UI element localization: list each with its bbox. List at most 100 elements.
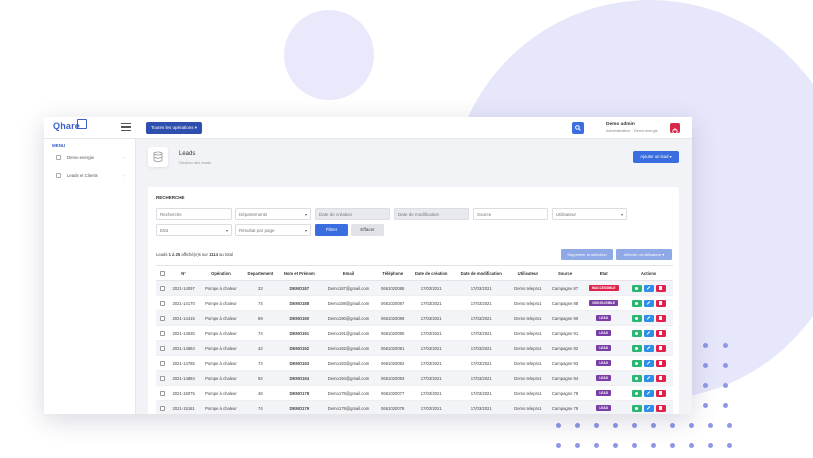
cell-modified: 17/03/2021	[453, 280, 509, 296]
delete-button[interactable]	[655, 299, 666, 307]
col-header-state[interactable]: Etat	[583, 265, 625, 281]
trash-icon	[659, 376, 663, 380]
edit-button[interactable]	[643, 299, 654, 307]
select-all-checkbox[interactable]	[159, 270, 165, 276]
results-per-page-select[interactable]: Résultat par page ▾	[235, 224, 311, 236]
table-row: 2021-14884 Pompe à chaleur 92 DEMO194 Demo19…	[156, 370, 673, 386]
delete-button[interactable]	[655, 359, 666, 367]
delete-button[interactable]	[655, 404, 666, 412]
delete-button[interactable]	[655, 389, 666, 397]
edit-button[interactable]	[643, 314, 654, 322]
col-header-modified[interactable]: Date de modification	[453, 265, 509, 281]
view-button[interactable]	[631, 389, 642, 397]
table-row: 2021-14785 Pompe à chaleur 73 DEMO193 Demo19…	[156, 355, 673, 371]
delete-selection-button[interactable]: Supprimer la sélection	[561, 249, 613, 260]
sidebar-item-leads-clients[interactable]: Leads et Clients ›	[56, 173, 124, 181]
col-header-user[interactable]: Utilisateur	[508, 265, 547, 281]
edit-button[interactable]	[643, 329, 654, 337]
etat-select[interactable]: Etat ▾	[156, 224, 232, 236]
col-header-email[interactable]: Email	[320, 265, 377, 281]
row-checkbox[interactable]	[159, 285, 165, 291]
cell-departement: 74	[242, 295, 279, 311]
edit-button[interactable]	[643, 284, 654, 292]
hamburger-menu-icon[interactable]	[121, 123, 131, 131]
cell-modified: 17/03/2021	[453, 355, 509, 371]
sidebar-item-demo-energie[interactable]: Demo energie ›	[56, 155, 124, 163]
delete-button[interactable]	[655, 284, 666, 292]
utilisateur-select[interactable]: Utilisateur ▾	[552, 208, 627, 220]
date-modification-input[interactable]: Date de modification	[394, 208, 469, 220]
cell-operation: Pompe à chaleur	[199, 310, 243, 326]
chevron-down-icon: ▾	[194, 125, 198, 130]
cell-email: Demo178@gmail.com	[320, 385, 377, 401]
row-checkbox[interactable]	[159, 330, 165, 336]
cell-user: Demo telepro1	[508, 310, 547, 326]
delete-button[interactable]	[655, 314, 666, 322]
delete-button[interactable]	[655, 344, 666, 352]
search-button[interactable]	[572, 122, 584, 134]
clear-button[interactable]: Effacer	[351, 224, 384, 236]
view-button[interactable]	[631, 404, 642, 412]
view-button[interactable]	[631, 284, 642, 292]
departements-select[interactable]: Départements ▾	[235, 208, 311, 220]
user-role: Administrateur · Demo energie	[606, 129, 658, 133]
cell-departement: 73	[242, 355, 279, 371]
add-lead-button[interactable]: Ajouter un lead ▾	[633, 151, 679, 163]
select-all-header[interactable]	[156, 265, 168, 281]
row-checkbox[interactable]	[159, 375, 165, 381]
source-input[interactable]: Source	[473, 208, 548, 220]
row-checkbox[interactable]	[159, 315, 165, 321]
row-checkbox[interactable]	[159, 345, 165, 351]
edit-button[interactable]	[643, 389, 654, 397]
col-header-operation[interactable]: Opération	[199, 265, 243, 281]
date-creation-input[interactable]: Date de création	[315, 208, 390, 220]
col-header-num[interactable]: N°	[168, 265, 200, 281]
pencil-icon	[646, 376, 651, 380]
edit-button[interactable]	[643, 359, 654, 367]
chevron-right-icon: ›	[123, 155, 125, 160]
row-checkbox[interactable]	[159, 360, 165, 366]
cell-user: Demo telepro1	[508, 385, 547, 401]
cell-user: Demo telepro1	[508, 370, 547, 386]
logout-button[interactable]	[670, 123, 680, 135]
row-select-cell	[156, 370, 168, 386]
row-checkbox[interactable]	[159, 300, 165, 306]
row-checkbox[interactable]	[159, 405, 165, 411]
edit-button[interactable]	[643, 404, 654, 412]
col-header-name[interactable]: Nom et Prénom	[278, 265, 321, 281]
departements-value: Départements	[239, 212, 268, 217]
col-header-departement[interactable]: Departement	[242, 265, 279, 281]
col-header-created[interactable]: Date de création	[408, 265, 454, 281]
cell-source: Campagne 88	[546, 295, 584, 311]
col-header-actions: Actions	[624, 265, 673, 281]
search-input[interactable]: Recherche	[156, 208, 232, 220]
pencil-icon	[646, 301, 651, 305]
view-button[interactable]	[631, 314, 642, 322]
view-button[interactable]	[631, 344, 642, 352]
assign-user-button[interactable]: Affecter un utilisateur ▾	[616, 249, 672, 260]
view-button[interactable]	[631, 359, 642, 367]
row-checkbox[interactable]	[159, 390, 165, 396]
edit-button[interactable]	[643, 344, 654, 352]
background-circle-small	[284, 10, 374, 100]
view-button[interactable]	[631, 329, 642, 337]
edit-button[interactable]	[643, 374, 654, 382]
cell-num: 2021-14170	[168, 295, 200, 311]
sidebar-item-label: Demo energie	[67, 155, 94, 160]
cell-telephone: 0661020087	[376, 295, 409, 311]
status-badge: LEAD	[596, 330, 611, 336]
col-header-telephone[interactable]: Téléphone	[376, 265, 409, 281]
delete-button[interactable]	[655, 374, 666, 382]
col-header-source[interactable]: Source	[546, 265, 584, 281]
cell-source: Campagne 78	[546, 385, 584, 401]
row-select-cell	[156, 295, 168, 311]
filter-button[interactable]: Filtrer	[315, 224, 348, 236]
view-button[interactable]	[631, 374, 642, 382]
view-button[interactable]	[631, 299, 642, 307]
cell-email: Demo179@gmail.com	[320, 400, 377, 414]
operations-dropdown-button[interactable]: Toutes les opérations ▾	[146, 122, 203, 134]
cell-num: 2021-14684	[168, 340, 200, 356]
cell-source: Campagne 94	[546, 370, 584, 386]
add-lead-label: Ajouter un lead	[640, 154, 669, 159]
delete-button[interactable]	[655, 329, 666, 337]
